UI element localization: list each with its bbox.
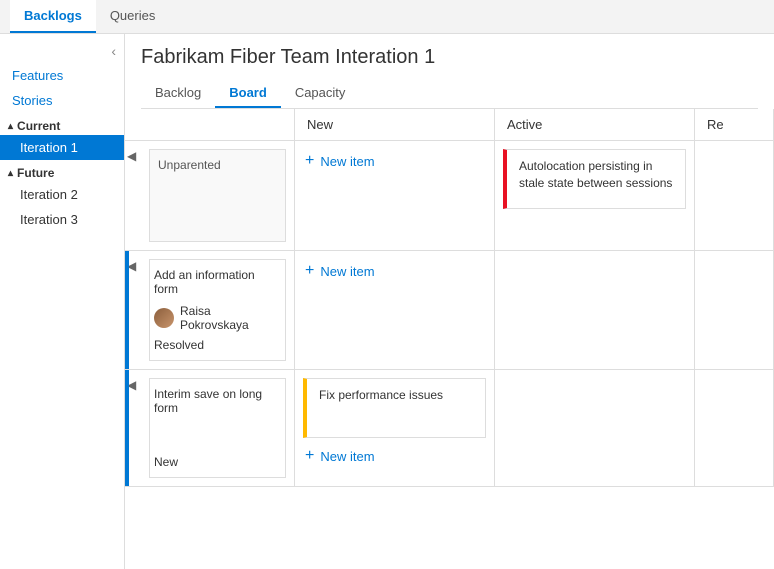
sidebar-item-iteration1[interactable]: Iteration 1	[0, 135, 124, 160]
col-header-resolved: Re	[695, 109, 774, 140]
board-row-infoform: ◀ Add an information form Raisa Pokrovsk…	[125, 251, 774, 370]
unparented-label-card: Unparented	[149, 149, 286, 242]
assignee-name: Raisa Pokrovskaya	[180, 304, 281, 332]
tab-board[interactable]: Board	[215, 79, 281, 108]
board-cell-infoform-new: + New item	[295, 251, 495, 369]
row-label-infoform: ◀ Add an information form Raisa Pokrovsk…	[125, 251, 295, 369]
sidebar: ‹ Features Stories ▴ Current Iteration 1…	[0, 34, 125, 569]
new-item-button-interim-new[interactable]: + New item	[303, 444, 486, 468]
plus-icon-3: +	[305, 448, 314, 464]
board-cell-interim-active	[495, 370, 695, 486]
work-card-performance[interactable]: Fix performance issues	[303, 378, 486, 438]
board-row-interim: ◀ Interim save on long form New Fix	[125, 370, 774, 487]
row-chevron-icon[interactable]: ◀	[127, 149, 136, 163]
board-cell-interim-new: Fix performance issues + New item	[295, 370, 495, 486]
content-header: Fabrikam Fiber Team Interation 1 Backlog…	[125, 34, 774, 109]
current-triangle-icon: ▴	[8, 121, 13, 132]
row-card-infoform-title: Add an information form	[154, 268, 281, 296]
work-card-autolocation[interactable]: Autolocation persisting in stale state b…	[503, 149, 686, 209]
sidebar-collapse-button[interactable]: ‹	[0, 39, 124, 63]
board-rows: ◀ Unparented + New item	[125, 141, 774, 569]
tab-backlogs[interactable]: Backlogs	[10, 0, 96, 33]
board-cell-infoform-resolved	[695, 251, 774, 369]
sidebar-section-future: ▴ Future	[0, 160, 124, 182]
tab-backlog[interactable]: Backlog	[141, 79, 215, 108]
board-row-unparented: ◀ Unparented + New item	[125, 141, 774, 251]
tab-queries[interactable]: Queries	[96, 0, 170, 33]
plus-icon-2: +	[305, 263, 314, 279]
sidebar-item-features[interactable]: Features	[0, 63, 124, 88]
row-card-interim-title: Interim save on long form	[154, 387, 281, 415]
sidebar-section-current: ▴ Current	[0, 113, 124, 135]
sidebar-item-iteration3[interactable]: Iteration 3	[0, 207, 124, 232]
content-tab-bar: Backlog Board Capacity	[141, 79, 758, 109]
board-cell-infoform-active	[495, 251, 695, 369]
new-item-button-unparented-new[interactable]: + New item	[303, 149, 486, 173]
avatar-raisa	[154, 308, 174, 328]
assignee-row: Raisa Pokrovskaya	[154, 304, 281, 332]
board-cell-unparented-resolved	[695, 141, 774, 250]
tab-capacity[interactable]: Capacity	[281, 79, 360, 108]
future-triangle-icon: ▴	[8, 168, 13, 179]
sidebar-item-stories[interactable]: Stories	[0, 88, 124, 113]
row-label-unparented: ◀ Unparented	[125, 141, 295, 250]
main-content: Fabrikam Fiber Team Interation 1 Backlog…	[125, 34, 774, 569]
top-tab-bar: Backlogs Queries	[0, 0, 774, 34]
board-column-headers: New Active Re	[125, 109, 774, 141]
board-cell-unparented-active: Autolocation persisting in stale state b…	[495, 141, 695, 250]
board-cell-unparented-new: + New item	[295, 141, 495, 250]
sidebar-item-iteration2[interactable]: Iteration 2	[0, 182, 124, 207]
col-header-row	[125, 109, 295, 140]
plus-icon: +	[305, 153, 314, 169]
new-item-button-infoform-new[interactable]: + New item	[303, 259, 486, 283]
board: New Active Re ◀ Unparented	[125, 109, 774, 569]
page-title: Fabrikam Fiber Team Interation 1	[141, 46, 758, 69]
board-cell-interim-resolved	[695, 370, 774, 486]
row-status-infoform: Resolved	[154, 338, 281, 352]
col-header-new: New	[295, 109, 495, 140]
col-header-active: Active	[495, 109, 695, 140]
row-status-interim: New	[154, 455, 281, 469]
row-label-interim: ◀ Interim save on long form New	[125, 370, 295, 486]
